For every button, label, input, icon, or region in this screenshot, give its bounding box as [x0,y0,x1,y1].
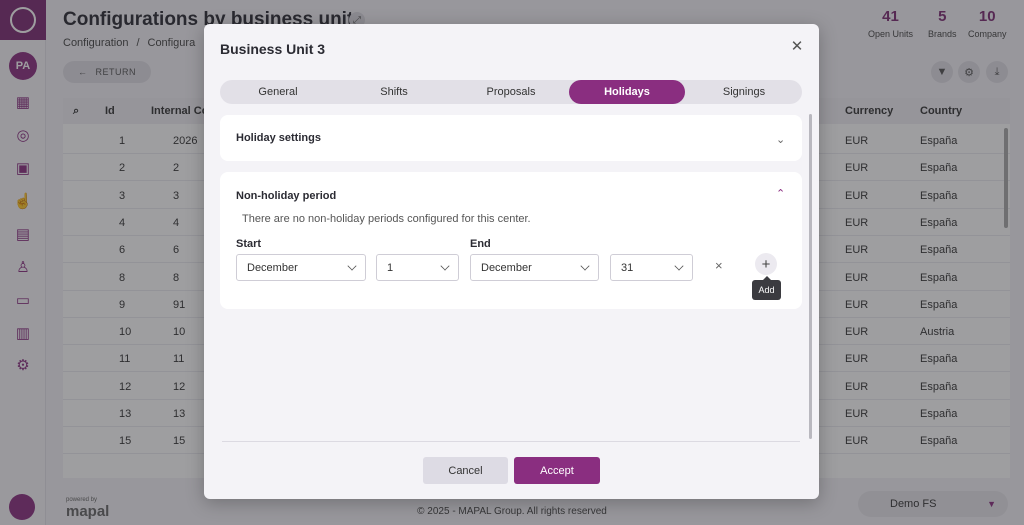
tab-bar: General Shifts Proposals Holidays Signin… [220,80,802,104]
holiday-settings-title: Holiday settings [236,132,321,144]
non-holiday-period-panel: Non-holiday period ⌃ There are no non-ho… [220,172,802,309]
plus-icon: + [761,255,771,273]
end-label: End [470,238,491,250]
clear-period-icon[interactable]: × [715,258,723,273]
start-month-select[interactable]: December [236,254,366,281]
add-tooltip: Add [752,276,781,300]
tab-general[interactable]: General [220,80,336,104]
start-month-value: December [247,261,298,274]
end-day-select[interactable]: 31 [610,254,693,281]
end-month-select[interactable]: December [470,254,599,281]
start-day-select[interactable]: 1 [376,254,459,281]
modal-scrollbar[interactable] [809,114,812,439]
accept-button[interactable]: Accept [514,457,600,484]
start-label: Start [236,238,262,250]
modal-title: Business Unit 3 [220,41,326,57]
holiday-settings-panel[interactable]: Holiday settings ⌄ [220,115,802,161]
empty-message: There are no non-holiday periods configu… [242,213,531,225]
chevron-down-icon [440,261,450,271]
chevron-down-icon[interactable]: ⌄ [776,133,785,146]
end-day-value: 31 [621,261,634,274]
tab-holidays[interactable]: Holidays [569,80,685,104]
start-day-value: 1 [387,261,394,274]
add-period-button[interactable]: + [755,253,777,275]
business-unit-modal: Business Unit 3 ✕ General Shifts Proposa… [204,24,819,499]
end-month-value: December [481,261,532,274]
footer-divider [222,441,800,442]
close-icon[interactable]: ✕ [790,38,804,55]
tab-signings[interactable]: Signings [686,80,802,104]
chevron-down-icon [674,261,684,271]
chevron-down-icon [580,261,590,271]
tab-shifts[interactable]: Shifts [336,80,452,104]
cancel-button[interactable]: Cancel [423,457,508,484]
chevron-down-icon [347,261,357,271]
tab-proposals[interactable]: Proposals [453,80,569,104]
chevron-up-icon[interactable]: ⌃ [776,187,785,200]
non-holiday-period-title: Non-holiday period [236,190,337,202]
